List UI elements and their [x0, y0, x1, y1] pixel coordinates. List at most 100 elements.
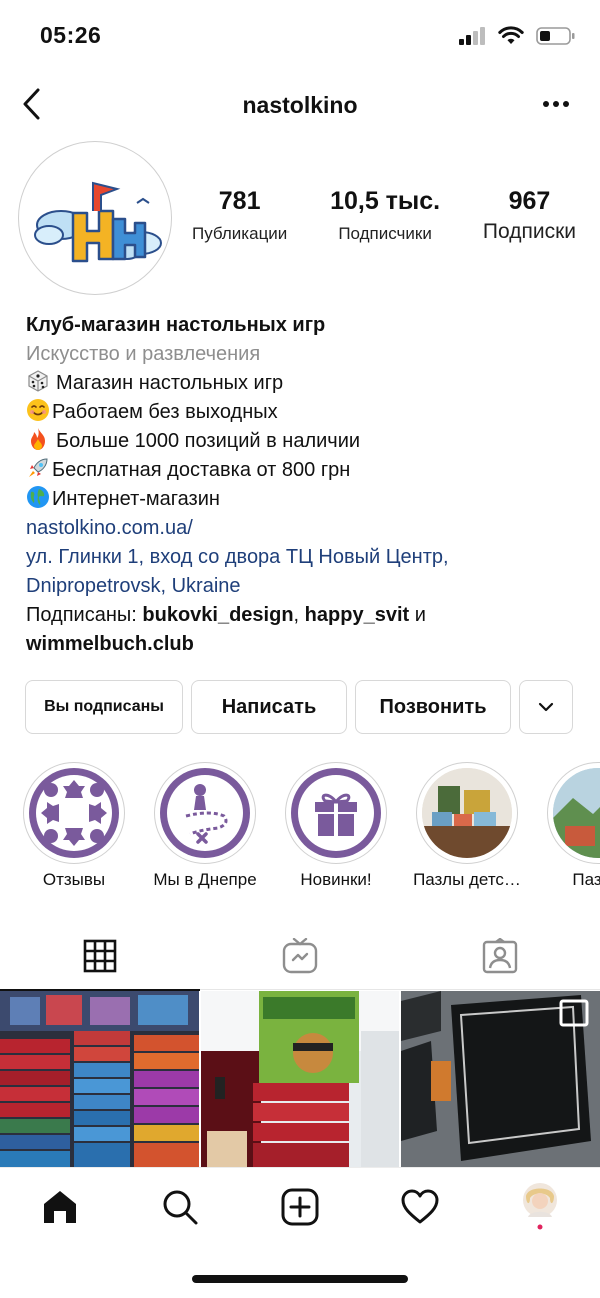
photo-thumbnail [422, 768, 512, 858]
address-link[interactable]: ул. Глинки 1, вход со двора ТЦ Новый Цен… [26, 543, 580, 601]
wifi-icon [498, 26, 524, 44]
posts-label: Публикации [192, 223, 288, 243]
profile-username: nastolkino [242, 92, 358, 118]
profile-tabs [0, 922, 600, 991]
status-bar: 05:26 [0, 0, 600, 72]
bio-line: Интернет-магазин [26, 485, 580, 514]
cellular-signal-icon [459, 27, 485, 45]
home-indicator [192, 1275, 408, 1283]
followed-by-user[interactable]: bukovki_design [142, 604, 293, 626]
chevron-down-icon [538, 702, 554, 712]
followed-by[interactable]: Подписаны: bukovki_design, happy_svit и [26, 601, 580, 630]
post-image [401, 991, 600, 1167]
followed-by-user[interactable]: happy_svit [305, 604, 409, 626]
nav-search[interactable] [150, 1182, 210, 1232]
rocket-icon [29, 458, 48, 477]
highlight-item[interactable]: Новинки! [276, 762, 396, 890]
home-icon [44, 1191, 76, 1223]
following-stat[interactable]: 967 Подписки [482, 187, 576, 244]
highlight-label: Мы в Днепре [153, 870, 257, 889]
following-button[interactable]: Вы подписаны [25, 680, 183, 734]
tab-tagged[interactable] [400, 922, 600, 990]
smiling-face-icon [27, 399, 49, 421]
profile-avatar[interactable] [18, 141, 172, 295]
followers-stat[interactable]: 10,5 тыс. Подписчики [330, 187, 441, 244]
tab-grid[interactable] [0, 922, 200, 991]
bio-line-text: Работаем без выходных [52, 401, 278, 423]
nav-create[interactable] [270, 1182, 330, 1232]
heart-icon [401, 1189, 439, 1224]
nav-profile[interactable] [510, 1182, 570, 1232]
highlight-item[interactable]: Отзывы [14, 762, 134, 890]
post-image [200, 991, 400, 1167]
highlight-item[interactable]: Пазлы [538, 762, 600, 890]
more-dots-icon [543, 101, 569, 107]
highlight-label: Отзывы [42, 870, 106, 889]
bio-line: Больше 1000 позиций в наличии [26, 427, 580, 456]
bottom-nav [0, 1167, 600, 1247]
story-highlights: Отзывы Мы в Днепре Новинки! Пазлы детс… … [0, 762, 600, 902]
bio-line: Работаем без выходных [26, 398, 580, 427]
highlight-cover [160, 768, 250, 858]
post-thumbnail[interactable] [0, 991, 199, 1167]
followers-label: Подписчики [338, 223, 432, 243]
dice-icon [28, 370, 48, 392]
highlight-label: Пазлы детс… [413, 870, 521, 889]
chevron-left-icon [23, 88, 40, 120]
highlight-label: Пазлы [572, 870, 600, 889]
bio-line-text: Интернет-магазин [52, 488, 220, 510]
highlight-ring [416, 762, 518, 864]
followed-by-separator: , [293, 604, 305, 626]
followed-by-and: и [409, 604, 426, 626]
globe-icon [27, 486, 49, 508]
user-avatar [523, 1183, 557, 1230]
profile-actions: Вы подписаны Написать Позвонить [25, 680, 575, 734]
more-options-button[interactable] [540, 88, 572, 120]
post-image [0, 991, 199, 1167]
photo-thumbnail [553, 768, 600, 858]
post-thumbnail[interactable] [401, 991, 600, 1167]
address-line-2: Dnipropetrovsk, Ukraine [26, 575, 241, 597]
followers-count: 10,5 тыс. [330, 187, 441, 215]
highlight-cover [422, 768, 512, 858]
nav-home[interactable] [30, 1182, 90, 1232]
battery-icon [536, 27, 575, 45]
nav-activity[interactable] [390, 1182, 450, 1232]
posts-count: 781 [218, 187, 261, 215]
highlight-label: Новинки! [300, 870, 372, 889]
pawn-path-icon [167, 775, 243, 851]
status-time: 05:26 [40, 22, 102, 48]
grid-icon [83, 939, 117, 973]
following-count: 967 [508, 187, 551, 215]
meeple-ring-icon [36, 775, 112, 851]
back-button[interactable] [18, 84, 48, 124]
search-icon [163, 1190, 198, 1225]
status-icons [458, 26, 576, 46]
posts-stat[interactable]: 781 Публикации [192, 187, 288, 244]
bio-line-text: Магазин настольных игр [56, 372, 284, 394]
highlight-ring [154, 762, 256, 864]
message-button[interactable]: Написать [191, 680, 347, 734]
highlight-cover [553, 768, 600, 858]
highlight-item[interactable]: Мы в Днепре [145, 762, 265, 890]
nav-bar: nastolkino [0, 78, 600, 134]
bio-line-text: Бесплатная доставка от 800 грн [52, 459, 351, 481]
highlight-item[interactable]: Пазлы детс… [407, 762, 527, 890]
suggested-accounts-button[interactable] [519, 680, 573, 734]
bio-line: Бесплатная доставка от 800 грн [26, 456, 580, 485]
profile-stats: 781 Публикации 10,5 тыс. Подписчики 967 … [192, 187, 576, 244]
website-link[interactable]: nastolkino.com.ua/ [26, 514, 580, 543]
bio-line-text: Больше 1000 позиций в наличии [56, 430, 361, 452]
highlight-ring [23, 762, 125, 864]
post-thumbnail[interactable] [200, 991, 400, 1167]
address-line-1: ул. Глинки 1, вход со двора ТЦ Новый Цен… [26, 546, 449, 568]
tab-igtv[interactable] [200, 922, 400, 990]
call-button[interactable]: Позвонить [355, 680, 511, 734]
profile-bio: Клуб-магазин настольных игр Искусство и … [26, 311, 580, 659]
fire-icon [31, 428, 45, 450]
profile-name: Клуб-магазин настольных игр [26, 314, 326, 336]
tagged-person-icon [482, 938, 518, 974]
following-label: Подписки [482, 219, 576, 243]
highlight-cover [29, 768, 119, 858]
followed-by-user[interactable]: wimmelbuch.club [26, 630, 580, 659]
